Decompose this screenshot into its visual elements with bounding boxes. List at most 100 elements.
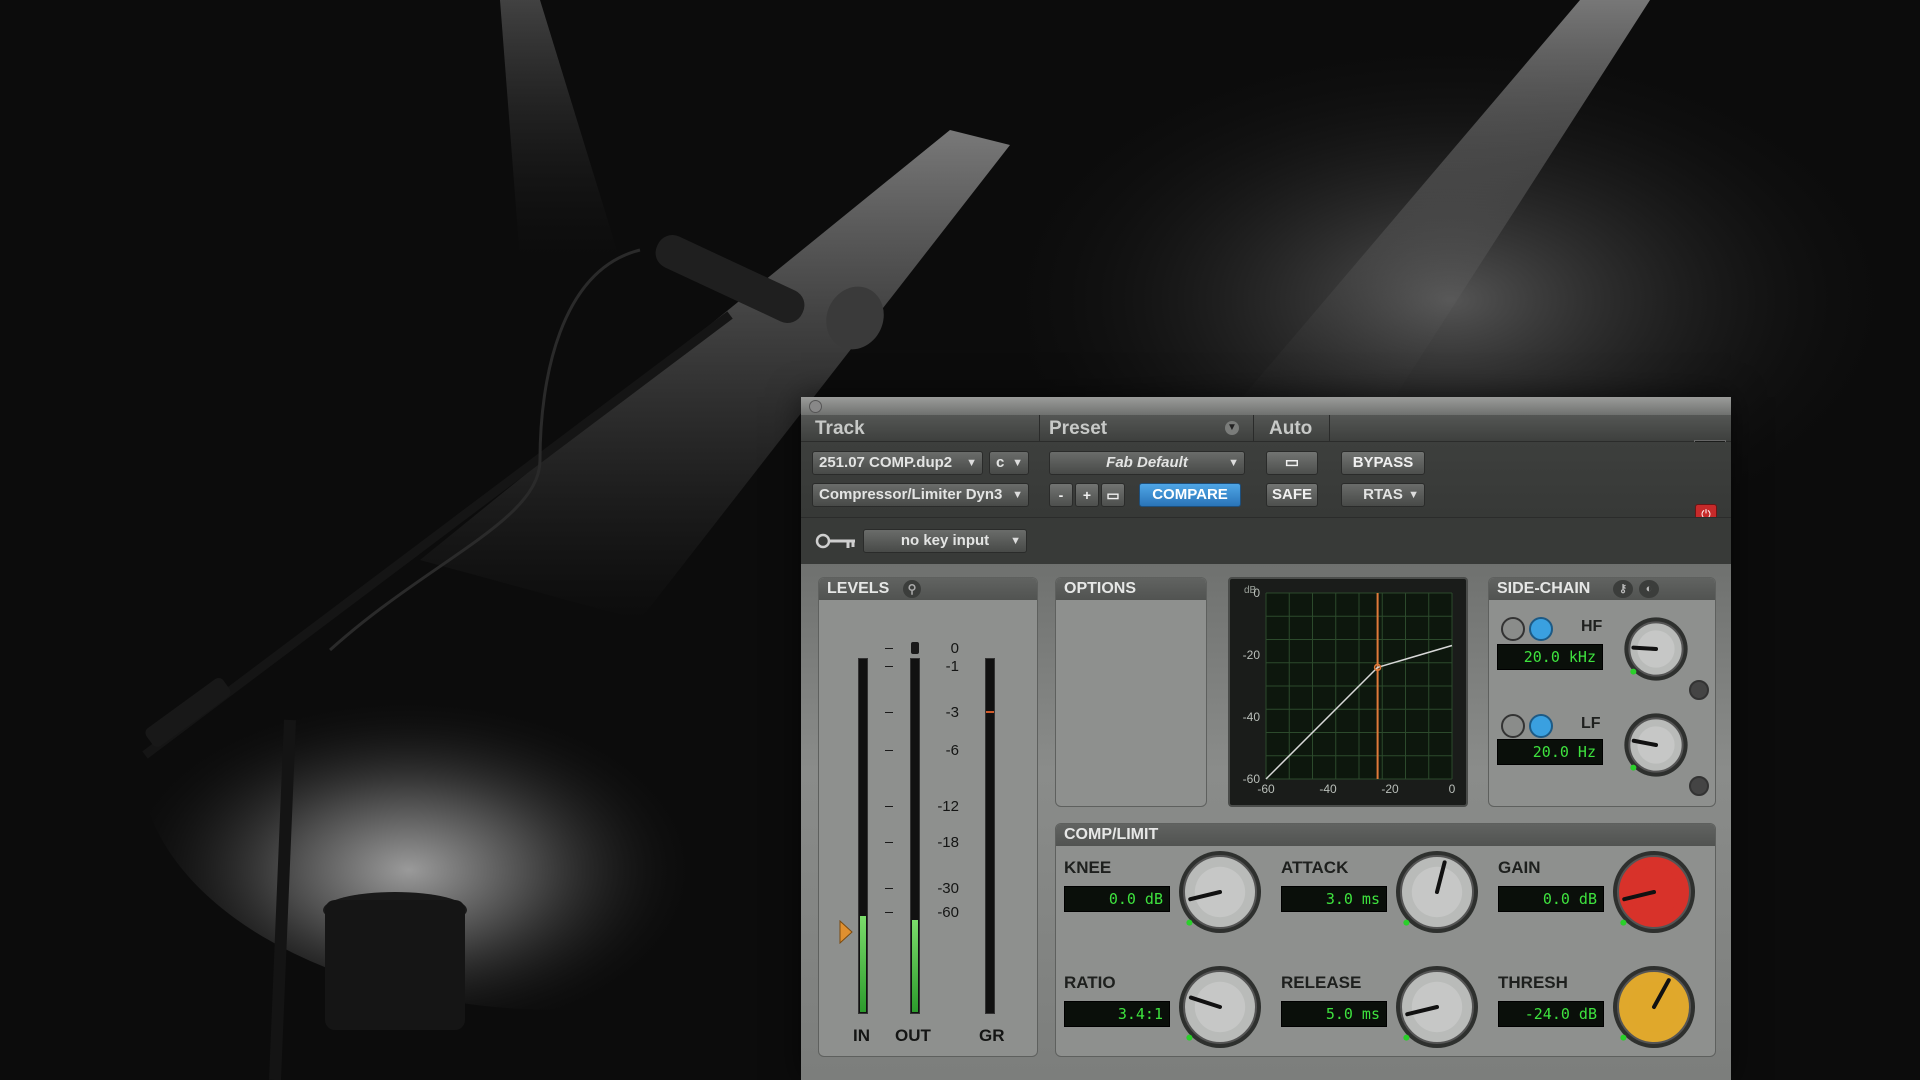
attack-label: ATTACK <box>1281 858 1349 877</box>
key-input-selector[interactable]: no key input ▼ <box>863 529 1027 553</box>
scale-tick <box>885 888 893 889</box>
lf-value-display[interactable]: 20.0 Hz <box>1497 739 1603 765</box>
header-separator <box>1329 415 1330 441</box>
header-separator <box>1039 415 1040 441</box>
sidechain-key-icon[interactable]: ⚷ <box>1613 580 1633 598</box>
levels-title: LEVELS ⚲ <box>819 578 1037 600</box>
scale-tick <box>885 712 893 713</box>
input-threshold-marker-icon[interactable] <box>839 920 853 944</box>
gr-meter-label: GR <box>979 1026 1005 1045</box>
gain-knob[interactable] <box>1604 842 1704 942</box>
preset-library-icon[interactable]: ▭ <box>1101 483 1125 507</box>
knob-led <box>1630 668 1637 675</box>
safe-button[interactable]: SAFE <box>1266 483 1318 507</box>
release-knob[interactable] <box>1387 957 1487 1057</box>
channel-text: c <box>996 454 1005 471</box>
scale-label: -60 <box>937 904 959 921</box>
hf-knob[interactable] <box>1619 612 1693 686</box>
input-meter-label: IN <box>853 1026 870 1045</box>
ratio-value-display[interactable]: 3.4:1 <box>1064 1001 1170 1027</box>
clip-indicator-icon[interactable] <box>911 642 919 654</box>
lf-listen-icon[interactable] <box>1689 776 1709 796</box>
hf-listen-icon[interactable] <box>1689 680 1709 700</box>
gain-reduction-meter <box>985 658 995 1014</box>
levels-panel: LEVELS ⚲ 0 -1 -3 -6 -12 -18 -30 -60 IN OUT GR <box>818 577 1038 1057</box>
hf-filter-enable-icon[interactable] <box>1529 617 1553 641</box>
track-header-label: Track <box>815 418 865 439</box>
sidechain-title: SIDE-CHAIN ⚷ ◐ <box>1489 578 1715 600</box>
knob-led <box>1403 1034 1410 1041</box>
plugin-body: LEVELS ⚲ 0 -1 -3 -6 -12 -18 -30 -60 IN OUT GR O… <box>801 564 1731 1080</box>
compressor-plugin-window: Track Preset ▼ Auto 251.07 COMP.dup2 ▼ c ▼… <box>801 397 1731 1080</box>
gain-label: GAIN <box>1498 858 1541 877</box>
hf-value-display[interactable]: 20.0 kHz <box>1497 644 1603 670</box>
knob-led <box>1630 764 1637 771</box>
knob-led <box>1403 919 1410 926</box>
compare-button[interactable]: COMPARE <box>1139 483 1241 507</box>
output-meter-label: OUT <box>895 1026 931 1045</box>
rtas-selector[interactable]: RTAS ▼ <box>1341 483 1425 507</box>
track-selector[interactable]: 251.07 COMP.dup2 ▼ <box>812 451 983 475</box>
scale-label: -3 <box>945 704 959 721</box>
attack-knob[interactable] <box>1387 842 1487 942</box>
gr-marker <box>986 711 994 713</box>
automation-icon-button[interactable]: ▭ <box>1266 451 1318 475</box>
levels-link-icon[interactable]: ⚲ <box>903 580 921 598</box>
thresh-label: THRESH <box>1498 973 1568 992</box>
knee-knob[interactable] <box>1170 842 1270 942</box>
key-icon <box>815 533 855 549</box>
key-input-text: no key input <box>900 532 990 549</box>
transfer-curve: dB0-20-40-60-60 -40 -20 0 <box>1243 585 1456 796</box>
sidechain-listen-icon[interactable]: ◐ <box>1639 580 1659 598</box>
preset-selector[interactable]: Fab Default ▼ <box>1049 451 1245 475</box>
scale-tick <box>885 842 893 843</box>
knob-led <box>1186 1034 1193 1041</box>
scale-label: -18 <box>937 834 959 851</box>
knob-pointer <box>1631 645 1658 651</box>
comp-limit-title-text: COMP/LIMIT <box>1064 826 1159 843</box>
thresh-value-display[interactable]: -24.0 dB <box>1498 1001 1604 1027</box>
thresh-knob[interactable] <box>1604 957 1704 1057</box>
scale-tick <box>885 912 893 913</box>
plugin-selector[interactable]: Compressor/Limiter Dyn3 ▼ <box>812 483 1029 507</box>
preset-next-button[interactable]: + <box>1075 483 1099 507</box>
lf-label: LF <box>1581 715 1601 732</box>
output-meter <box>910 658 920 1014</box>
sidechain-panel: SIDE-CHAIN ⚷ ◐ HF 20.0 kHz LF 20.0 Hz <box>1488 577 1716 807</box>
dropdown-arrow-icon: ▼ <box>1408 489 1419 501</box>
lf-knob[interactable] <box>1619 708 1693 782</box>
release-label: RELEASE <box>1281 973 1362 992</box>
window-close-dot[interactable] <box>809 400 822 413</box>
release-value-display[interactable]: 5.0 ms <box>1281 1001 1387 1027</box>
options-title-text: OPTIONS <box>1064 580 1137 597</box>
ratio-label: RATIO <box>1064 973 1116 992</box>
channel-selector[interactable]: c ▼ <box>989 451 1029 475</box>
preset-previous-button[interactable]: - <box>1049 483 1073 507</box>
scale-tick <box>885 666 893 667</box>
ratio-knob[interactable] <box>1170 957 1270 1057</box>
scale-label: -30 <box>937 880 959 897</box>
scale-label: -6 <box>945 742 959 759</box>
dropdown-arrow-icon: ▼ <box>966 457 977 469</box>
bypass-button[interactable]: BYPASS <box>1341 451 1425 475</box>
gain-value-display[interactable]: 0.0 dB <box>1498 886 1604 912</box>
dropdown-arrow-icon: ▼ <box>1012 489 1023 501</box>
window-titlebar <box>801 397 1731 415</box>
levels-title-text: LEVELS <box>827 580 890 597</box>
knee-value-display[interactable]: 0.0 dB <box>1064 886 1170 912</box>
hf-filter-type-icon[interactable] <box>1501 617 1525 641</box>
key-input-row: no key input ▼ <box>801 517 1731 564</box>
input-meter-fill <box>860 916 866 1012</box>
input-meter <box>858 658 868 1014</box>
track-name-text: 251.07 COMP.dup2 <box>819 454 953 471</box>
lf-filter-type-icon[interactable] <box>1501 714 1525 738</box>
header-separator <box>1253 415 1254 441</box>
scale-label: 0 <box>950 640 959 657</box>
rtas-text: RTAS <box>1363 486 1403 503</box>
attack-value-display[interactable]: 3.0 ms <box>1281 886 1387 912</box>
scale-label: -12 <box>937 798 959 815</box>
scale-label: -1 <box>945 658 959 675</box>
preset-menu-icon[interactable]: ▼ <box>1225 421 1239 435</box>
dropdown-arrow-icon: ▼ <box>1228 457 1239 469</box>
lf-filter-enable-icon[interactable] <box>1529 714 1553 738</box>
